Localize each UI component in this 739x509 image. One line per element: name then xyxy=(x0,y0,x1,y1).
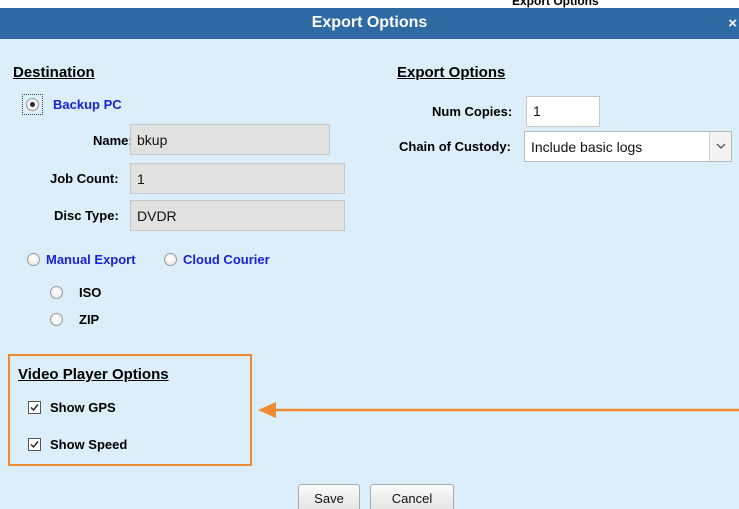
num-copies-label: Num Copies: xyxy=(432,104,513,119)
video-player-options-heading: Video Player Options xyxy=(18,366,169,383)
num-copies-input[interactable]: 1 xyxy=(526,96,600,127)
dialog-title: Export Options xyxy=(311,14,428,31)
dialog-title-bar: Export Options × xyxy=(0,8,739,39)
partial-header-text: Export Options xyxy=(512,0,599,8)
destination-heading: Destination xyxy=(13,64,95,81)
cloud-courier-radio[interactable] xyxy=(164,253,177,266)
save-button[interactable]: Save xyxy=(298,484,360,509)
chain-of-custody-label: Chain of Custody: xyxy=(399,139,511,154)
name-label: Name: xyxy=(93,133,133,148)
arrow-left-icon xyxy=(258,402,739,418)
backup-pc-radio[interactable] xyxy=(26,98,39,111)
cloud-courier-label[interactable]: Cloud Courier xyxy=(183,252,270,267)
zip-label[interactable]: ZIP xyxy=(79,312,99,327)
show-speed-checkbox[interactable] xyxy=(28,438,41,451)
name-field[interactable]: bkup xyxy=(130,124,330,155)
job-count-label: Job Count: xyxy=(50,171,119,186)
close-icon[interactable]: × xyxy=(728,15,737,32)
show-speed-label[interactable]: Show Speed xyxy=(50,437,127,452)
export-options-heading: Export Options xyxy=(397,64,506,81)
disc-type-field[interactable]: DVDR xyxy=(130,200,345,231)
top-strip: Export Options xyxy=(0,0,739,8)
chain-of-custody-select[interactable]: Include basic logs xyxy=(524,131,732,162)
show-gps-checkbox[interactable] xyxy=(28,401,41,414)
manual-export-radio[interactable] xyxy=(27,253,40,266)
zip-radio[interactable] xyxy=(50,313,63,326)
backup-pc-label[interactable]: Backup PC xyxy=(53,97,122,112)
show-gps-label[interactable]: Show GPS xyxy=(50,400,116,415)
checkmark-icon xyxy=(30,404,39,412)
cancel-button[interactable]: Cancel xyxy=(370,484,454,509)
chevron-down-icon[interactable] xyxy=(709,132,731,161)
iso-label[interactable]: ISO xyxy=(79,285,101,300)
disc-type-label: Disc Type: xyxy=(54,208,119,223)
chain-of-custody-value: Include basic logs xyxy=(531,139,643,155)
iso-radio[interactable] xyxy=(50,286,63,299)
manual-export-label[interactable]: Manual Export xyxy=(46,252,136,267)
job-count-field[interactable]: 1 xyxy=(130,163,345,194)
checkmark-icon xyxy=(30,441,39,449)
